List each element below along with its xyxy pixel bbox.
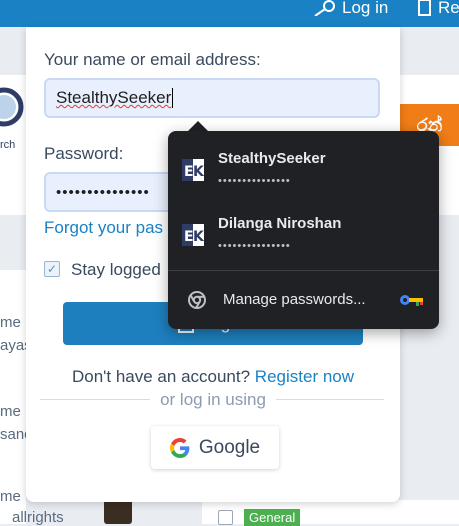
google-icon (169, 437, 190, 458)
text-cursor (172, 88, 174, 108)
svg-text:K: K (193, 229, 204, 245)
saved-account-item[interactable]: E K StealthySeeker ••••••••••••••• (168, 139, 439, 201)
forgot-password-link[interactable]: Forgot your pas (44, 218, 163, 238)
key-icon (314, 0, 335, 16)
name-label: Your name or email address: (44, 50, 261, 69)
google-button-label: Google (198, 436, 261, 458)
feed-line: me (0, 488, 21, 505)
nav-register-label: Re (438, 0, 459, 17)
name-input-value: StealthySeeker (56, 88, 172, 107)
name-input[interactable]: StealthySeeker (44, 78, 380, 118)
or-login-using-text: or log in using (150, 390, 276, 409)
or-login-using-row: or log in using (26, 390, 400, 410)
nav-login-label: Log in (342, 0, 389, 17)
tag-checkbox[interactable] (218, 510, 233, 525)
password-input-value: ••••••••••••••• (56, 183, 150, 201)
site-logo-icon (0, 87, 24, 127)
password-key-icon (400, 295, 423, 306)
tag-row: General (202, 500, 459, 526)
account-name: StealthySeeker (218, 150, 326, 167)
feed-line: me (0, 403, 21, 420)
site-favicon-icon: E K (182, 224, 204, 246)
register-now-link[interactable]: Register now (255, 367, 354, 386)
logo-area: rch (0, 75, 26, 215)
stay-logged-checkbox[interactable]: ✓ (44, 261, 60, 277)
nav-login-link[interactable]: Log in (312, 0, 389, 17)
manage-passwords-item[interactable]: Manage passwords... (168, 271, 439, 329)
site-header-bar: Log in Re (0, 0, 459, 27)
feed-column-left (0, 270, 26, 524)
nav-register-link[interactable]: Re (418, 0, 459, 17)
account-password: ••••••••••••••• (218, 240, 291, 252)
manage-passwords-label: Manage passwords... (223, 291, 366, 308)
tag-general[interactable]: General (244, 509, 301, 526)
feed-line: allrights (12, 509, 64, 526)
svg-text:K: K (193, 164, 204, 180)
register-prompt: Don't have an account? Register now (26, 367, 400, 387)
saved-account-item[interactable]: E K Dilanga Niroshan ••••••••••••••• (168, 204, 439, 266)
account-password: ••••••••••••••• (218, 175, 291, 187)
password-label: Password: (44, 144, 124, 163)
stay-logged-label: Stay logged (71, 260, 161, 279)
google-login-button[interactable]: Google (151, 426, 279, 469)
account-name: Dilanga Niroshan (218, 215, 342, 232)
logo-text: rch (0, 139, 16, 151)
no-account-text: Don't have an account? (71, 367, 251, 386)
password-autofill-popup: E K StealthySeeker ••••••••••••••• E K D… (168, 131, 439, 329)
register-icon (418, 0, 431, 16)
chrome-icon (188, 291, 206, 309)
feed-line: me (0, 314, 21, 331)
site-favicon-icon: E K (182, 159, 204, 181)
